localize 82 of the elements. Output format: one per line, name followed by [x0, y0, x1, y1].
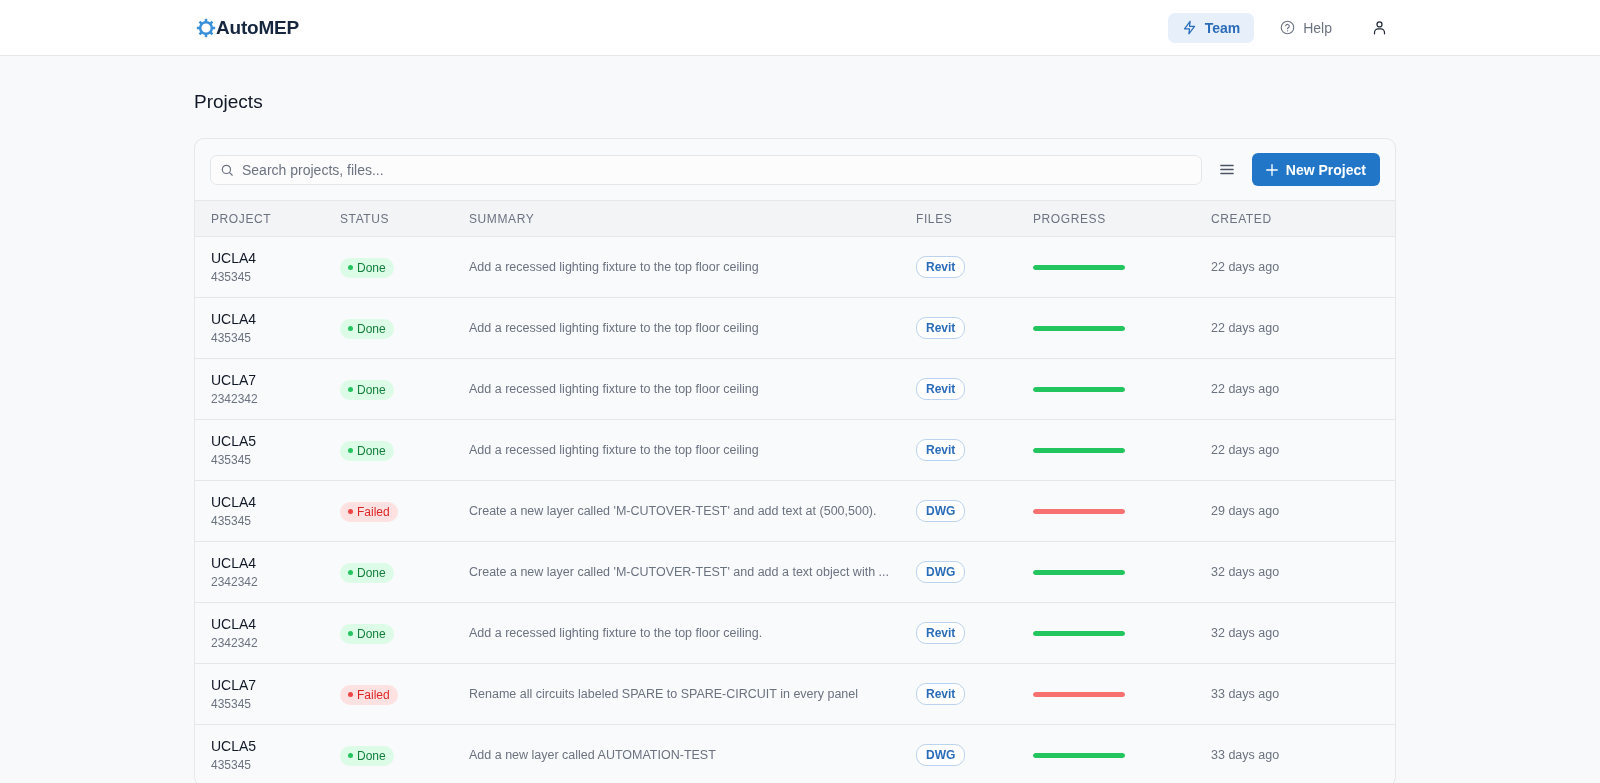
status-label: Done [357, 626, 386, 641]
created-date: 22 days ago [1211, 382, 1281, 396]
created-date: 22 days ago [1211, 260, 1281, 274]
file-type-tag: Revit [916, 439, 966, 461]
project-name: UCLA5 [211, 737, 258, 755]
summary-text: Add a new layer called AUTOMATION-TEST [469, 748, 717, 762]
project-id: 2342342 [211, 574, 259, 590]
created-date: 33 days ago [1211, 748, 1281, 762]
created-date: 32 days ago [1211, 565, 1281, 579]
project-id: 2342342 [211, 391, 259, 407]
status-dot-icon [348, 631, 353, 637]
created-date: 29 days ago [1211, 504, 1281, 518]
menu-icon [1219, 164, 1234, 175]
status-label: Done [357, 321, 386, 336]
project-name: UCLA4 [211, 493, 258, 511]
project-name: UCLA7 [211, 371, 258, 389]
file-type-tag: DWG [916, 500, 966, 522]
summary-text: Add a recessed lighting fixture to the top floor ceiling [469, 321, 760, 335]
nav-button[interactable]: Help [1266, 12, 1346, 43]
status-dot-icon [348, 692, 353, 698]
search-icon [220, 162, 234, 177]
project-id: 435345 [211, 513, 253, 529]
logo-text: AutoMEP [216, 16, 300, 39]
status-dot-icon [348, 265, 353, 271]
column-header: FILES [916, 211, 954, 226]
new-project-button[interactable]: New Project [1251, 153, 1380, 186]
summary-text: Create a new layer called 'M-CUTOVER-TEST' and add text at (500,500). [469, 504, 878, 518]
user-icon [1371, 20, 1387, 35]
column-header: PROGRESS [1033, 211, 1107, 226]
status-dot-icon [348, 509, 353, 515]
column-header: PROJECT [211, 211, 273, 226]
search-field[interactable]: Search projects, files... [210, 154, 1202, 185]
project-id: 2342342 [211, 635, 259, 651]
nav-button[interactable]: Team [1167, 12, 1255, 43]
column-header: STATUS [340, 211, 391, 226]
file-type-tag: Revit [916, 256, 966, 278]
status-dot-icon [348, 753, 353, 759]
page-title: Projects [194, 90, 264, 114]
project-name: UCLA4 [211, 249, 258, 267]
summary-text: Add a recessed lighting fixture to the top floor ceiling [469, 260, 760, 274]
created-date: 22 days ago [1211, 321, 1281, 335]
project-id: 435345 [211, 269, 253, 285]
project-name: UCLA4 [211, 554, 258, 572]
summary-text: Add a recessed lighting fixture to the top floor ceiling. [469, 626, 764, 640]
gear-icon [196, 17, 216, 38]
file-type-tag: Revit [916, 622, 966, 644]
file-type-tag: Revit [916, 378, 966, 400]
status-label: Done [357, 748, 386, 763]
status-dot-icon [348, 387, 353, 393]
status-dot-icon [348, 448, 353, 454]
summary-text: Create a new layer called 'M-CUTOVER-TEST' and add a text object with ... [469, 565, 890, 579]
file-type-tag: DWG [916, 561, 966, 583]
status-label: Failed [357, 504, 390, 519]
created-date: 22 days ago [1211, 443, 1281, 457]
project-name: UCLA4 [211, 310, 258, 328]
summary-text: Rename all circuits labeled SPARE to SPARE-CIRCUIT in every panel [469, 687, 860, 701]
status-label: Done [357, 443, 386, 458]
project-name: UCLA4 [211, 615, 258, 633]
status-dot-icon [348, 326, 353, 332]
file-type-tag: Revit [916, 683, 966, 705]
status-label: Done [357, 260, 386, 275]
project-name: UCLA5 [211, 432, 258, 450]
project-id: 435345 [211, 452, 253, 468]
lightning-icon [1181, 20, 1197, 35]
help-icon [1280, 20, 1296, 35]
summary-text: Add a recessed lighting fixture to the top floor ceiling [469, 443, 760, 457]
created-date: 32 days ago [1211, 626, 1281, 640]
status-label: Done [357, 565, 386, 580]
summary-text: Add a recessed lighting fixture to the top floor ceiling [469, 382, 760, 396]
project-name: UCLA7 [211, 676, 258, 694]
status-label: Done [357, 382, 386, 397]
status-label: Failed [357, 687, 390, 702]
column-header: SUMMARY [469, 211, 536, 226]
plus-icon [1265, 163, 1278, 176]
file-type-tag: DWG [916, 744, 966, 766]
project-id: 435345 [211, 757, 253, 773]
project-id: 435345 [211, 696, 253, 712]
file-type-tag: Revit [916, 317, 966, 339]
project-id: 435345 [211, 330, 253, 346]
status-dot-icon [348, 570, 353, 576]
column-header: CREATED [1211, 211, 1273, 226]
created-date: 33 days ago [1211, 687, 1281, 701]
